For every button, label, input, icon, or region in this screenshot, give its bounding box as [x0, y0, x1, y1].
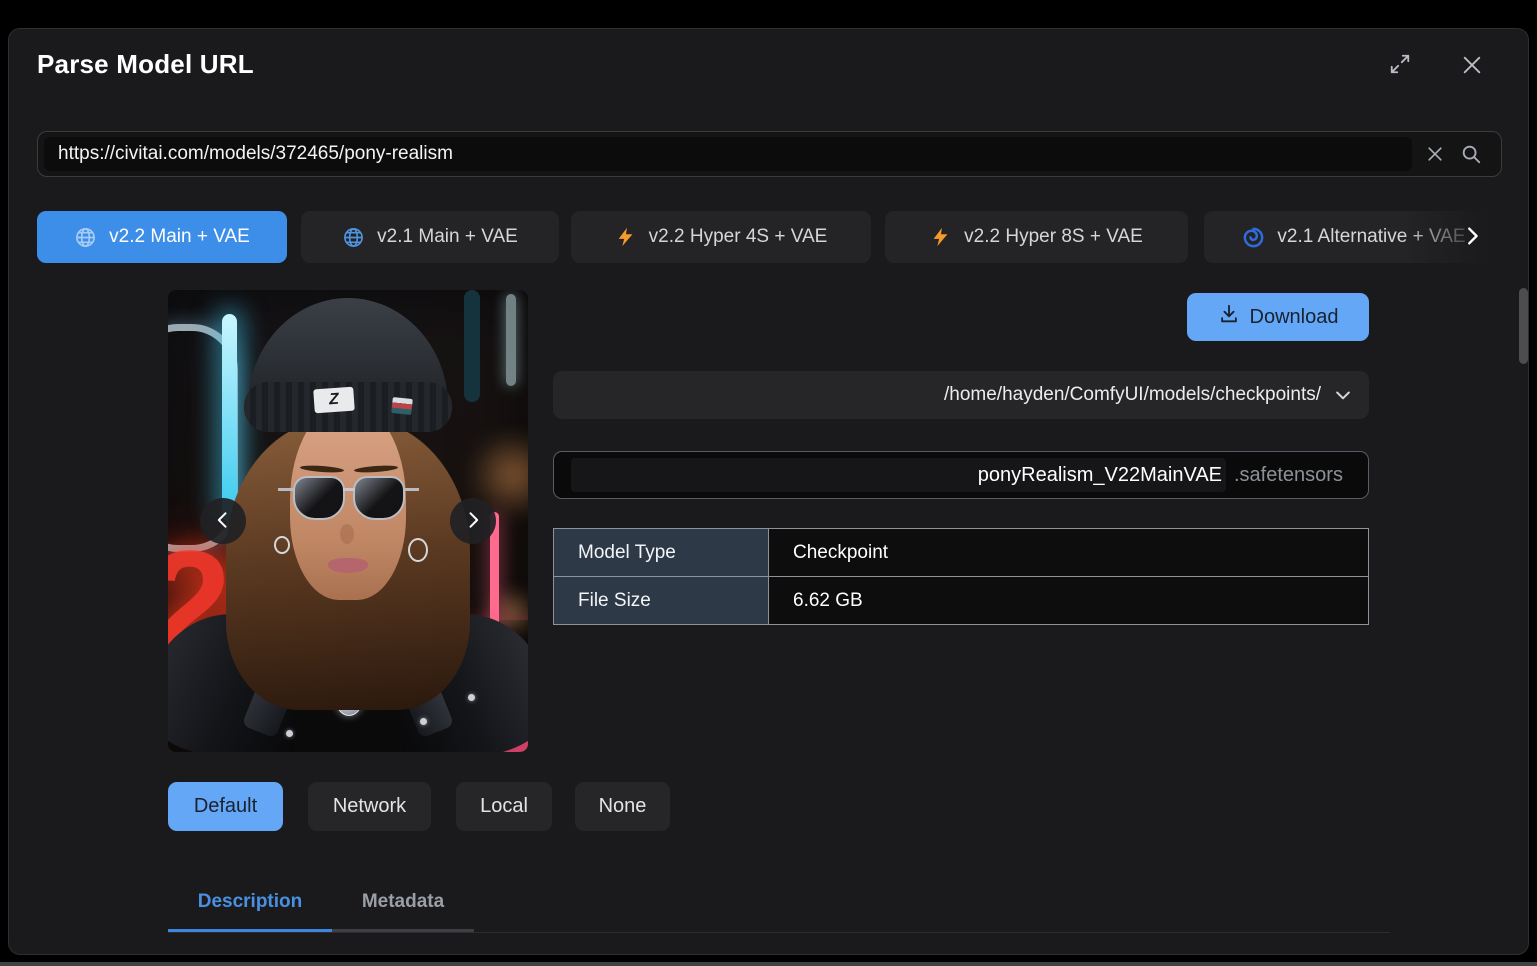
download-label: Download	[1250, 306, 1339, 329]
white-neon-tube	[506, 294, 516, 386]
parse-model-url-dialog: Parse Model URL	[8, 28, 1529, 955]
dialog-title: Parse Model URL	[37, 49, 254, 80]
nose-shadow	[340, 524, 354, 544]
model-url-input[interactable]	[44, 137, 1412, 171]
version-tab-list: v2.2 Main + VAE v2.1 Main + VAE v2.2 Hyp…	[9, 211, 1502, 263]
search-button[interactable]	[1456, 141, 1486, 169]
version-tab-label: v2.1 Alternative + VAE	[1277, 226, 1465, 248]
page-bottom-bar	[0, 962, 1537, 966]
expand-icon	[1389, 53, 1411, 75]
tabs-divider	[168, 932, 1390, 933]
jacket-stud	[420, 718, 427, 725]
version-tab-label: v2.1 Main + VAE	[377, 226, 518, 248]
filename-field: .safetensors	[553, 451, 1369, 499]
lightning-icon	[930, 226, 952, 248]
dark-neon-tube	[464, 290, 480, 402]
close-button[interactable]	[1453, 46, 1491, 84]
scrollbar-thumb[interactable]	[1519, 288, 1528, 364]
close-icon	[1461, 54, 1483, 76]
filename-input[interactable]	[571, 458, 1226, 492]
source-option-network[interactable]: Network	[308, 782, 431, 831]
search-icon	[1460, 143, 1482, 168]
chevron-right-icon	[1461, 225, 1483, 250]
save-path-value: /home/hayden/ComfyUI/models/checkpoints/	[944, 384, 1321, 406]
model-details-table: Model Type Checkpoint File Size 6.62 GB	[553, 528, 1369, 625]
spiral-icon	[1242, 226, 1265, 249]
version-tab-label: v2.2 Hyper 8S + VAE	[964, 226, 1143, 248]
tabs-scroll-next-button[interactable]	[1458, 223, 1486, 251]
hoop-earring	[274, 536, 290, 554]
sunglasses-temple	[278, 488, 294, 491]
globe-icon	[342, 226, 365, 249]
sunglasses-lens	[353, 476, 405, 520]
source-option-local[interactable]: Local	[456, 782, 552, 831]
detail-label: File Size	[554, 577, 769, 625]
version-tab-label: v2.2 Hyper 4S + VAE	[649, 226, 828, 248]
tab-description[interactable]: Description	[168, 874, 332, 929]
table-row: File Size 6.62 GB	[554, 577, 1369, 625]
person-lips	[328, 558, 368, 573]
download-icon	[1218, 303, 1240, 331]
screen: Parse Model URL	[0, 0, 1537, 966]
source-option-none[interactable]: None	[575, 782, 670, 831]
cyan-neon-tube	[222, 314, 237, 522]
sunglasses-temple	[403, 488, 419, 491]
table-row: Model Type Checkpoint	[554, 529, 1369, 577]
maximize-button[interactable]	[1381, 45, 1419, 83]
clear-url-button[interactable]	[1420, 141, 1450, 169]
beanie-flag-patch	[391, 397, 413, 415]
version-tab-v21-main-vae[interactable]: v2.1 Main + VAE	[301, 211, 559, 263]
jacket-stud	[468, 694, 475, 701]
detail-value: 6.62 GB	[769, 577, 1369, 625]
filename-extension: .safetensors	[1234, 452, 1343, 498]
jacket-stud	[286, 730, 293, 737]
version-tab-v22-main-vae[interactable]: v2.2 Main + VAE	[37, 211, 287, 263]
hoop-earring	[408, 538, 428, 562]
preview-next-button[interactable]	[450, 498, 496, 544]
detail-label: Model Type	[554, 529, 769, 577]
sunglasses-bridge	[343, 488, 355, 491]
beanie-logo-patch: Z	[313, 387, 355, 414]
preview-prev-button[interactable]	[200, 498, 246, 544]
download-button[interactable]: Download	[1187, 293, 1369, 341]
lightning-icon	[615, 226, 637, 248]
version-tab-label: v2.2 Main + VAE	[109, 226, 250, 248]
source-option-default[interactable]: Default	[168, 782, 283, 831]
chevron-left-icon	[213, 510, 233, 533]
chevron-right-icon	[463, 510, 483, 533]
chevron-down-icon	[1333, 385, 1353, 405]
version-tab-v22-hyper8s-vae[interactable]: v2.2 Hyper 8S + VAE	[885, 211, 1188, 263]
clear-icon	[1425, 144, 1445, 167]
sunglasses-lens	[293, 476, 345, 520]
version-tab-v22-hyper4s-vae[interactable]: v2.2 Hyper 4S + VAE	[571, 211, 871, 263]
save-path-select[interactable]: /home/hayden/ComfyUI/models/checkpoints/	[553, 371, 1369, 419]
globe-icon	[74, 226, 97, 249]
tab-metadata[interactable]: Metadata	[332, 874, 474, 929]
model-url-field	[37, 131, 1502, 177]
detail-value: Checkpoint	[769, 529, 1369, 577]
